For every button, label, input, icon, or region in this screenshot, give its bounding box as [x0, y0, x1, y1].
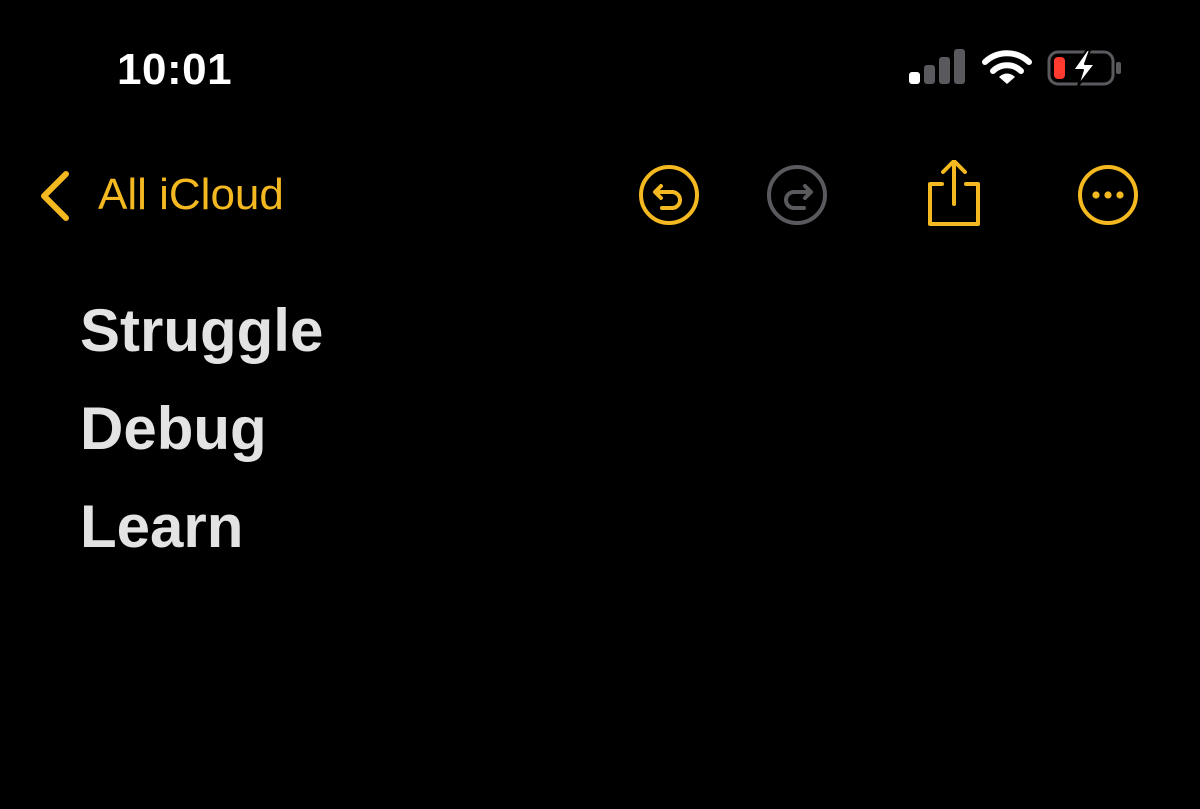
chevron-left-icon — [41, 171, 69, 221]
share-icon — [928, 160, 980, 226]
note-line-learn[interactable]: Learn — [80, 478, 323, 576]
note-line-debug[interactable]: Debug — [80, 380, 323, 478]
cellular-signal-icon — [909, 49, 965, 84]
notes-screen: 10:01 All iCloud Struggle Debug Learn — [0, 0, 1200, 809]
status-time: 10:01 — [117, 45, 233, 94]
share-button[interactable] — [918, 160, 988, 230]
more-button[interactable] — [1073, 160, 1143, 230]
battery-charging-icon — [1047, 49, 1121, 87]
note-line-struggle[interactable]: Struggle — [80, 282, 323, 380]
note-body[interactable]: Struggle Debug Learn — [80, 282, 323, 576]
undo-button[interactable] — [634, 160, 704, 230]
redo-button[interactable] — [762, 160, 832, 230]
wifi-icon — [982, 50, 1032, 84]
status-icons — [905, 46, 1135, 90]
redo-icon — [767, 165, 827, 225]
back-button[interactable]: All iCloud — [30, 160, 320, 230]
back-button-label: All iCloud — [98, 170, 284, 219]
ellipsis-circle-icon — [1078, 165, 1138, 225]
undo-icon — [639, 165, 699, 225]
